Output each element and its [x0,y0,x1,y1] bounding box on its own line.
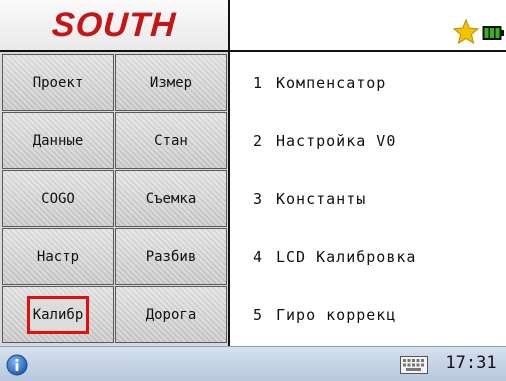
station-button-label: Стан [154,132,188,149]
stakeout-button-label: Разбив [145,248,197,265]
station-button[interactable]: Стан [115,112,227,169]
calibration-submenu: 1 Компенсатор 2 Настройка V0 3 Константы… [230,52,506,346]
menu-item-number: 5 [252,305,262,324]
header-divider [228,0,230,52]
device-screen: SOUTH Проект Измер Данные Стан COGO Съем… [0,0,506,381]
battery-icon [482,26,504,40]
stakeout-button[interactable]: Разбив [115,228,227,285]
logo-area: SOUTH [0,0,228,50]
survey-button[interactable]: Съемка [115,170,227,227]
menu-item-label: Константы [276,189,367,208]
menu-item-v0-setup[interactable]: 2 Настройка V0 [230,112,506,169]
menu-item-label: Компенсатор [276,73,387,92]
menu-item-number: 1 [252,73,262,92]
survey-button-label: Съемка [145,190,197,207]
status-clock: 17:31 [445,353,497,373]
measure-button-label: Измер [149,74,193,91]
settings-button[interactable]: Настр [2,228,114,285]
menu-item-label: Настройка V0 [276,131,397,150]
menu-item-compensator[interactable]: 1 Компенсатор [230,54,506,111]
calibration-button[interactable]: Калибр [2,286,114,343]
measure-button[interactable]: Измер [115,54,227,111]
project-button[interactable]: Проект [2,54,114,111]
status-bar: 17:31 [0,346,506,381]
road-button-label: Дорога [145,306,197,323]
cogo-button[interactable]: COGO [2,170,114,227]
project-button-label: Проект [32,74,84,91]
settings-button-label: Настр [36,248,80,265]
menu-item-constants[interactable]: 3 Константы [230,170,506,227]
data-button-label: Данные [32,132,84,149]
star-icon [452,18,480,45]
menu-item-label: LCD Калибровка [276,247,417,266]
menu-item-number: 4 [252,247,262,266]
info-icon[interactable] [6,354,28,376]
brand-logo: SOUTH [50,5,178,44]
data-button[interactable]: Данные [2,112,114,169]
menu-item-gyro-correction[interactable]: 5 Гиро коррекц [230,286,506,343]
menu-item-number: 3 [252,189,262,208]
header-bar: SOUTH [0,0,506,52]
menu-item-number: 2 [252,131,262,150]
road-button[interactable]: Дорога [115,286,227,343]
calibration-button-label: Калибр [26,295,90,334]
menu-item-label: Гиро коррекц [276,305,397,324]
main-menu-grid: Проект Измер Данные Стан COGO Съемка Нас… [0,52,228,346]
cogo-button-label: COGO [41,190,75,207]
keyboard-icon[interactable] [400,356,428,374]
menu-item-lcd-calibration[interactable]: 4 LCD Калибровка [230,228,506,285]
